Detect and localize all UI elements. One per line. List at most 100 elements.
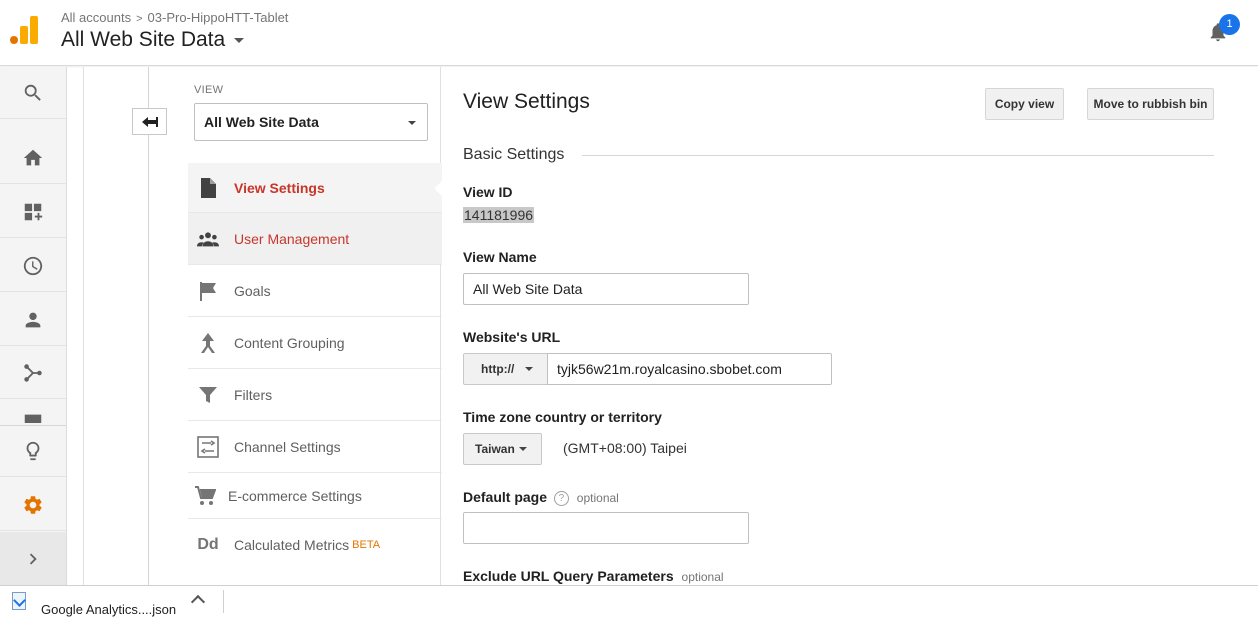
- breadcrumb-account[interactable]: 03-Pro-HippoHTT-Tablet: [148, 10, 289, 25]
- analytics-logo-icon[interactable]: [10, 16, 38, 44]
- menu-item-label: View Settings: [234, 179, 325, 196]
- view-selector-dropdown[interactable]: All Web Site Data: [194, 103, 428, 141]
- timezone-value[interactable]: (GMT+08:00) Taipei: [563, 440, 687, 456]
- dd-icon: Dd: [197, 536, 219, 553]
- breadcrumb: All accounts >03-Pro-HippoHTT-Tablet: [61, 10, 288, 25]
- menu-item-label: Goals: [234, 282, 271, 299]
- optional-hint: optional: [576, 491, 619, 505]
- section-basic-settings: Basic Settings: [463, 146, 565, 163]
- cart-icon: [194, 485, 216, 507]
- protocol-dropdown[interactable]: http://: [463, 353, 548, 385]
- website-url-input[interactable]: [547, 353, 832, 385]
- copy-view-button[interactable]: Copy view: [985, 88, 1064, 120]
- caret-down-icon: [408, 121, 416, 125]
- rail-admin[interactable]: [0, 479, 66, 531]
- move-to-rubbish-button[interactable]: Move to rubbish bin: [1087, 88, 1214, 120]
- default-page-label: Default page: [463, 489, 548, 505]
- download-separator: [223, 590, 224, 613]
- menu-item-label: User Management: [234, 230, 350, 247]
- behavior-icon: [24, 414, 42, 423]
- admin-view-column: VIEW All Web Site Data View Settings Use…: [83, 67, 442, 585]
- rail-home[interactable]: [0, 132, 66, 184]
- rail-realtime[interactable]: [0, 240, 66, 292]
- rail-expand[interactable]: [0, 532, 66, 585]
- people-icon: [197, 228, 219, 250]
- breadcrumb-separator: >: [136, 13, 143, 25]
- download-item[interactable]: Google Analytics....json: [12, 592, 177, 617]
- download-bar: Google Analytics....json: [0, 585, 1258, 617]
- optional-hint: optional: [681, 570, 724, 584]
- top-header: All accounts >03-Pro-HippoHTT-Tablet All …: [0, 0, 1258, 66]
- default-page-label-row: Default page ? optional: [463, 489, 619, 506]
- page-title: View Settings: [463, 90, 590, 113]
- timezone-label: Time zone country or territory: [463, 409, 662, 425]
- view-name-label: View Name: [463, 249, 537, 265]
- rail-acquisition[interactable]: [0, 347, 66, 399]
- caret-down-icon: [234, 37, 245, 43]
- website-url-label: Website's URL: [463, 329, 561, 345]
- search-icon: [24, 84, 41, 101]
- menu-item-goals[interactable]: Goals: [188, 265, 442, 317]
- rail-audience[interactable]: [0, 294, 66, 346]
- channel-icon: [197, 435, 219, 458]
- caret-down-icon: [519, 447, 527, 451]
- menu-item-label: E-commerce Settings: [228, 487, 362, 504]
- expand-chevron-icon: [29, 553, 37, 564]
- menu-item-label: Channel Settings: [234, 438, 341, 455]
- menu-item-channel-settings[interactable]: Channel Settings: [188, 421, 442, 473]
- admin-gear-icon: [24, 495, 42, 514]
- menu-item-user-management[interactable]: User Management: [188, 213, 442, 265]
- rail-discover[interactable]: [0, 425, 66, 477]
- menu-item-view-settings[interactable]: View Settings: [188, 163, 442, 213]
- view-id-value[interactable]: 141181996: [463, 207, 535, 223]
- beta-badge: BETA: [352, 539, 381, 551]
- section-divider: [582, 155, 1214, 156]
- menu-item-content-grouping[interactable]: Content Grouping: [188, 317, 442, 369]
- flag-icon: [197, 280, 219, 302]
- menu-item-label: Filters: [234, 386, 273, 403]
- menu-item-label: Content Grouping: [234, 334, 345, 351]
- admin-view-menu: View Settings User Management Goals Cont…: [188, 163, 442, 571]
- arrow-back-icon: [141, 116, 158, 127]
- vertical-scrollbar[interactable]: [1241, 67, 1258, 585]
- default-page-input[interactable]: [463, 512, 749, 544]
- grouping-icon: [197, 332, 219, 354]
- view-title-selector[interactable]: All Web Site Data: [61, 28, 245, 52]
- breadcrumb-all-accounts[interactable]: All accounts: [61, 10, 131, 25]
- view-settings-panel: View Settings Copy view Move to rubbish …: [442, 67, 1258, 585]
- timezone-country-dropdown[interactable]: Taiwan: [463, 433, 542, 465]
- protocol-value: http://: [481, 362, 515, 376]
- acquisition-icon: [24, 363, 42, 382]
- chevron-up-icon[interactable]: [190, 594, 206, 610]
- column-divider: [148, 67, 149, 585]
- rail-search[interactable]: [0, 67, 66, 119]
- audience-person-icon: [25, 312, 41, 327]
- menu-item-ecommerce-settings[interactable]: E-commerce Settings: [188, 473, 442, 519]
- home-icon: [23, 149, 43, 165]
- exclude-params-label-row: Exclude URL Query Parameters optional: [463, 568, 724, 584]
- realtime-clock-icon: [23, 256, 43, 275]
- view-title: All Web Site Data: [61, 28, 226, 51]
- json-file-icon: [12, 592, 26, 610]
- view-column-label: VIEW: [194, 84, 224, 96]
- caret-down-icon: [525, 367, 533, 371]
- view-name-input[interactable]: [463, 273, 749, 305]
- rail-behavior[interactable]: [0, 401, 66, 423]
- left-nav-rail: [0, 67, 67, 585]
- download-file-name: Google Analytics....json: [41, 602, 177, 617]
- customization-icon: [24, 203, 43, 220]
- timezone-country-value: Taiwan: [475, 442, 515, 456]
- rail-customization[interactable]: [0, 186, 66, 238]
- notification-count-badge: 1: [1219, 14, 1240, 35]
- filter-icon: [197, 384, 219, 406]
- menu-item-filters[interactable]: Filters: [188, 369, 442, 421]
- view-selector-value: All Web Site Data: [204, 114, 319, 130]
- back-button[interactable]: [132, 108, 167, 135]
- view-id-label: View ID: [463, 184, 513, 200]
- discover-lightbulb-icon: [26, 441, 40, 461]
- menu-item-label: Calculated Metrics: [234, 537, 350, 553]
- document-icon: [197, 177, 219, 199]
- help-icon[interactable]: ?: [553, 491, 569, 506]
- exclude-params-label: Exclude URL Query Parameters: [463, 568, 674, 584]
- menu-item-calculated-metrics[interactable]: Dd Calculated Metrics BETA: [188, 519, 442, 571]
